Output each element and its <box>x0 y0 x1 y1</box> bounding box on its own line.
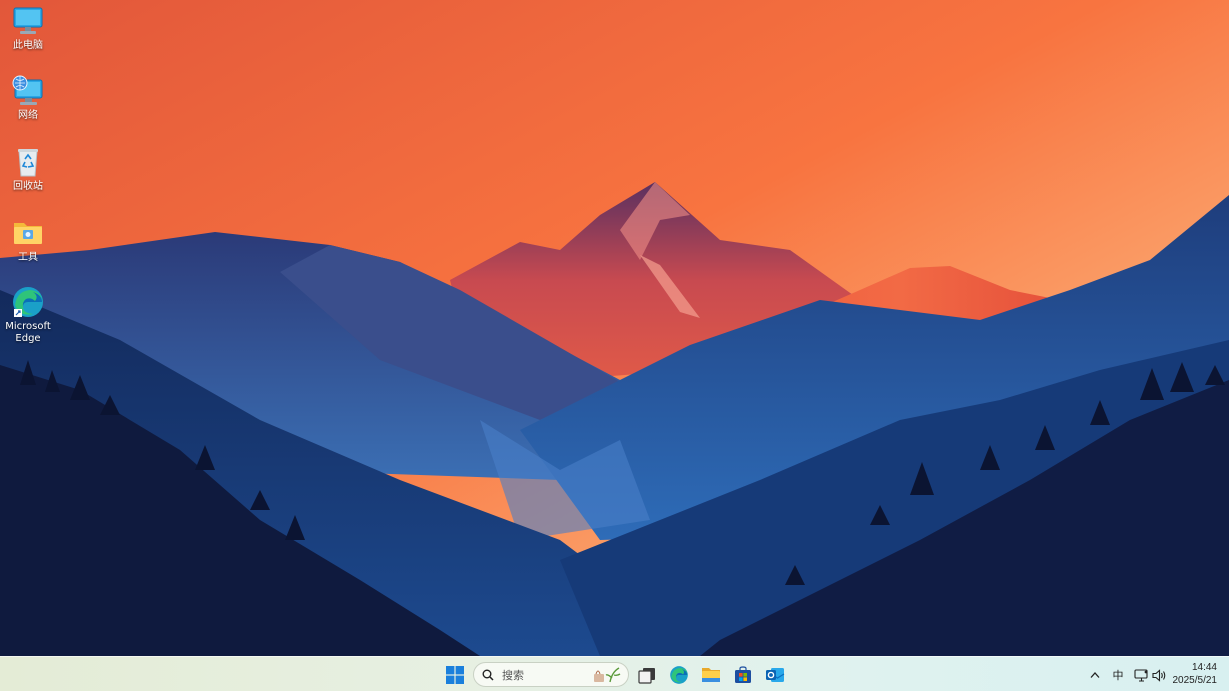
outlook-icon <box>766 668 785 682</box>
folder-icon <box>11 216 45 250</box>
taskbar-edge-button[interactable] <box>665 661 693 689</box>
desktop-icon-label: 工具 <box>18 252 38 263</box>
tray-network-button[interactable] <box>1132 666 1150 684</box>
search-highlight-icon <box>594 667 621 683</box>
desktop-icon-label: 此电脑 <box>13 40 43 51</box>
taskbar-task-view-button[interactable] <box>633 661 661 689</box>
search-icon <box>482 669 494 681</box>
tray-ime-indicator[interactable]: 中 <box>1109 666 1127 684</box>
recycle-bin-icon <box>11 145 45 179</box>
desktop-icon-network[interactable]: 网络 <box>3 74 53 122</box>
search-placeholder: 搜索 <box>502 668 524 682</box>
task-view-icon <box>638 668 655 684</box>
store-icon <box>735 666 751 683</box>
edge-icon <box>670 666 688 684</box>
file-explorer-icon <box>702 668 720 682</box>
clock-time: 14:44 <box>1191 662 1217 673</box>
taskbar-search-box[interactable]: 搜索 <box>473 662 629 687</box>
windows-start-icon <box>446 666 464 684</box>
desktop-icon-this-pc[interactable]: 此电脑 <box>3 4 53 52</box>
taskbar-outlook-button[interactable] <box>761 661 789 689</box>
desktop-icon-label: 网络 <box>18 110 38 121</box>
desktop-icon-label: Microsoft Edge <box>5 321 51 344</box>
taskbar-clock[interactable]: 14:44 2025/5/21 <box>1165 661 1218 687</box>
taskbar: 搜索 中 14:44 2025/5/21 <box>0 656 1229 691</box>
network-icon <box>1133 668 1148 682</box>
clock-date: 2025/5/21 <box>1172 675 1218 686</box>
desktop-icon-tools-folder[interactable]: 工具 <box>3 216 53 264</box>
desktop-wallpaper <box>0 0 1229 656</box>
taskbar-file-explorer-button[interactable] <box>697 661 725 689</box>
network-globe-icon <box>11 74 45 108</box>
desktop-icon-recycle-bin[interactable]: 回收站 <box>3 145 53 193</box>
monitor-icon <box>11 4 45 38</box>
desktop-icon-label: 回收站 <box>13 181 43 192</box>
edge-icon <box>11 285 45 319</box>
tray-overflow-button[interactable] <box>1087 666 1103 684</box>
taskbar-store-button[interactable] <box>729 661 757 689</box>
start-button[interactable] <box>441 661 469 689</box>
chevron-up-icon <box>1090 672 1100 678</box>
desktop-icon-microsoft-edge[interactable]: Microsoft Edge <box>3 285 53 345</box>
